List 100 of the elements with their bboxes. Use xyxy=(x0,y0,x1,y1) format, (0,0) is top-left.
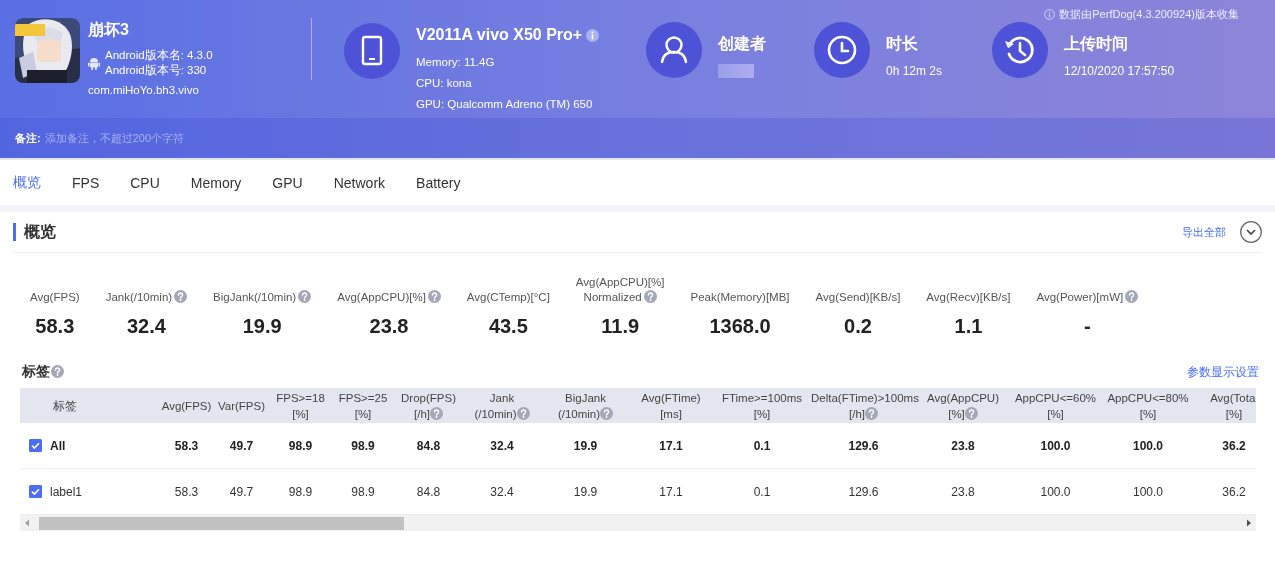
metric-label: Avg(FPS) xyxy=(30,290,80,305)
table-cell: 0.1 xyxy=(753,438,771,453)
table-cell: 98.9 xyxy=(351,438,375,453)
metric-value: 19.9 xyxy=(242,315,282,338)
tab[interactable]: 概览 xyxy=(13,173,41,192)
table-cell: 17.1 xyxy=(659,438,683,453)
help-icon[interactable] xyxy=(427,290,441,303)
scrollbar[interactable] xyxy=(20,515,1256,531)
column-header: Avg(AppCPU) [%] xyxy=(927,391,999,420)
version-code: Android版本号: 330 xyxy=(105,63,208,78)
metric-label: Avg(Recv)[KB/s] xyxy=(926,290,1011,305)
app-name: 崩坏3 xyxy=(88,20,130,40)
table-cell: 36.2 xyxy=(1222,438,1246,453)
checkbox[interactable] xyxy=(29,439,42,452)
help-icon[interactable] xyxy=(298,290,312,303)
column-header: Var(FPS) xyxy=(217,399,266,412)
help-icon[interactable] xyxy=(964,406,978,420)
column-header: BigJank (/10min) xyxy=(557,391,614,420)
package-name: com.miHoYo.bh3.vivo xyxy=(88,84,200,96)
tablet-icon xyxy=(344,23,400,79)
metric-value: 32.4 xyxy=(126,315,166,338)
table-cell: 58.3 xyxy=(174,438,199,453)
table-cell: 98.9 xyxy=(288,438,313,453)
column-header: FPS>=18 [%] xyxy=(276,391,325,420)
device-spec: CPU: kona xyxy=(416,76,473,91)
help-icon[interactable] xyxy=(174,290,188,303)
tab[interactable]: CPU xyxy=(130,174,160,191)
column-header: Avg(FPS) xyxy=(161,399,212,412)
tab[interactable]: GPU xyxy=(272,174,303,191)
version-name: Android版本名: 4.3.0 xyxy=(105,48,213,63)
section-title: 标签 xyxy=(22,363,64,379)
help-icon[interactable] xyxy=(1125,290,1139,303)
tag-name: All xyxy=(50,438,66,453)
stat-title: 时长 xyxy=(886,34,919,54)
table-cell: 23.8 xyxy=(951,484,975,499)
stat-title: 创建者 xyxy=(718,34,766,54)
metric-label: Avg(AppCPU)[%] Normalized xyxy=(575,275,665,305)
table-cell: 58.3 xyxy=(174,484,199,499)
metric-label: Avg(AppCPU)[%] xyxy=(337,290,441,305)
device-spec: Memory: 11.4G xyxy=(416,55,496,70)
tab[interactable]: Network xyxy=(333,174,386,191)
column-header: Drop(FPS) [/h] xyxy=(401,391,456,420)
table-cell: 100.0 xyxy=(1040,484,1071,499)
stat-value: 12/10/2020 17:57:50 xyxy=(1064,64,1175,78)
column-header: FTime>=100ms [%] xyxy=(721,391,803,420)
user-icon xyxy=(646,22,702,78)
checkbox[interactable] xyxy=(29,485,42,498)
metric-value: - xyxy=(1084,315,1091,338)
table-cell: 100.0 xyxy=(1133,438,1163,453)
table-cell: 19.9 xyxy=(573,438,598,453)
metric-value: 11.9 xyxy=(601,315,640,338)
metric-label: Avg(Power)[mW] xyxy=(1036,290,1139,305)
tag-name: label1 xyxy=(50,484,83,499)
table-cell: 32.4 xyxy=(490,484,514,499)
tab[interactable]: Memory xyxy=(190,174,242,191)
device-spec: GPU: Qualcomm Adreno (TM) 650 xyxy=(416,97,594,112)
table-cell: 19.9 xyxy=(573,484,598,499)
table-cell: 100.0 xyxy=(1133,484,1163,499)
table-cell: 23.8 xyxy=(951,438,975,453)
help-icon[interactable] xyxy=(600,406,614,420)
table-cell: 49.7 xyxy=(229,484,254,499)
help-icon[interactable] xyxy=(51,365,64,378)
table-cell: 0.1 xyxy=(753,484,771,499)
metric-value: 1368.0 xyxy=(709,315,771,338)
info-icon xyxy=(1044,8,1056,20)
metric-label: Avg(Send)[KB/s] xyxy=(815,290,901,305)
history-icon xyxy=(992,22,1048,78)
help-icon[interactable] xyxy=(430,406,443,420)
info-icon[interactable] xyxy=(586,28,600,42)
metric-label: BigJank(/10min) xyxy=(213,290,312,305)
column-header: AppCPU<=80% [%] xyxy=(1107,391,1189,420)
metric-value: 43.5 xyxy=(488,315,528,338)
metric-label: Peak(Memory)[MB] xyxy=(690,290,790,305)
dropdown-icon[interactable] xyxy=(1240,221,1262,243)
clock-icon xyxy=(814,22,870,78)
tab[interactable]: FPS xyxy=(72,174,100,191)
help-icon[interactable] xyxy=(516,406,530,420)
metric-label: Jank(/10min) xyxy=(105,290,188,305)
table-cell: 98.9 xyxy=(288,484,313,499)
table-cell: 36.2 xyxy=(1222,484,1246,499)
note-field[interactable]: 添加备注，不超过200个字符 xyxy=(44,132,345,144)
table-cell: 84.8 xyxy=(416,484,441,499)
help-icon[interactable] xyxy=(865,406,878,420)
column-header: Jank (/10min) xyxy=(474,391,530,420)
column-header: Delta(FTime)>100ms [/h] xyxy=(811,391,919,420)
table-cell: 129.6 xyxy=(848,438,879,453)
table-cell: 129.6 xyxy=(848,484,879,499)
scrollbar-thumb[interactable] xyxy=(39,516,404,530)
table-cell: 84.8 xyxy=(416,438,441,453)
stat-value: 0h 12m 2s xyxy=(886,64,943,78)
android-icon xyxy=(88,56,100,70)
display-settings-link[interactable]: 参数显示设置 xyxy=(1187,364,1259,380)
metric-value: 1.1 xyxy=(954,315,983,338)
table-cell: 98.9 xyxy=(351,484,375,499)
metric-value: 23.8 xyxy=(369,315,409,338)
tab[interactable]: Battery xyxy=(416,174,461,191)
export-all-link[interactable]: 导出全部 xyxy=(1182,224,1226,240)
help-icon[interactable] xyxy=(643,290,657,303)
table-cell: 17.1 xyxy=(659,484,683,499)
stat-title: 上传时间 xyxy=(1064,34,1129,54)
